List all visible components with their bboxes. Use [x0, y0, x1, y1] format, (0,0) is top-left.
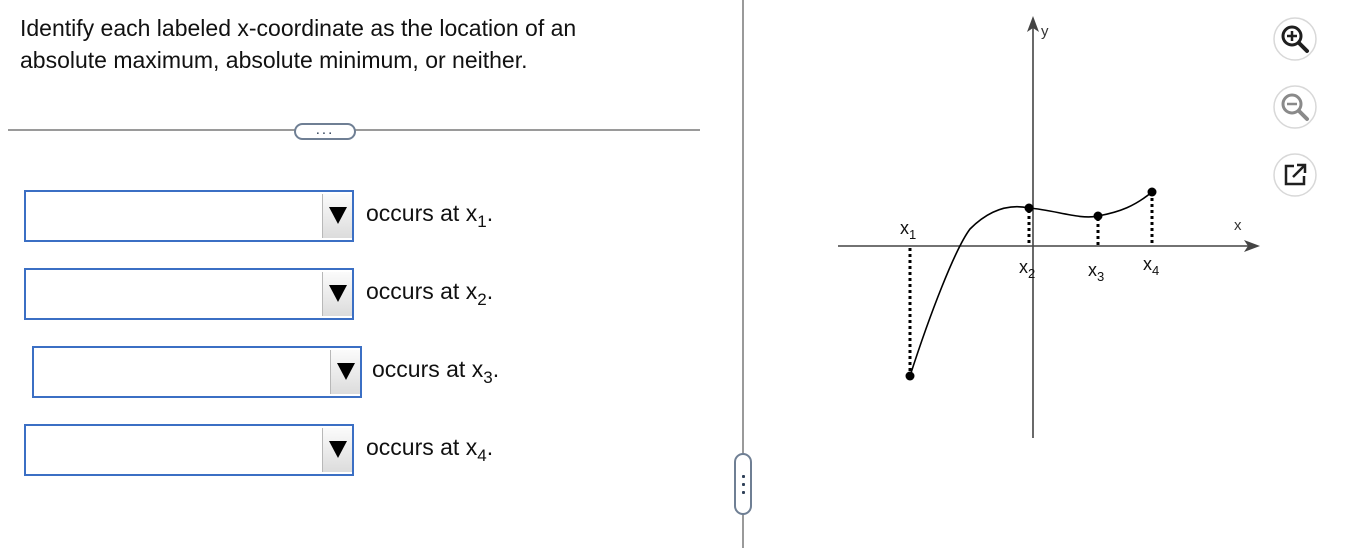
row-label-subscript: 2 — [477, 290, 487, 309]
y-axis-label: y — [1041, 23, 1049, 40]
point-x1 — [905, 371, 915, 381]
question-line-2: absolute maximum, absolute minimum, or n… — [20, 47, 528, 73]
point-x2 — [1024, 203, 1034, 213]
question-line-1: Identify each labeled x-coordinate as th… — [20, 15, 577, 41]
dropdown-arrow-icon[interactable] — [322, 428, 352, 472]
answer-dropdown-2[interactable] — [24, 268, 354, 320]
function-curve — [909, 191, 1153, 377]
row-label-subscript: 4 — [477, 446, 487, 465]
popout-button[interactable] — [1272, 152, 1318, 198]
expand-collapse-handle[interactable]: ... — [294, 122, 356, 140]
row-label-2: occurs at x2. — [366, 278, 494, 308]
dropdown-arrow-icon[interactable] — [330, 350, 360, 394]
label-x3: x3 — [1088, 260, 1104, 284]
point-x4 — [1147, 187, 1157, 197]
handle-dot — [742, 483, 745, 486]
handle-dot — [742, 475, 745, 478]
answer-dropdown-3[interactable] — [32, 346, 362, 398]
row-label-4: occurs at x4. — [366, 434, 494, 464]
row-label-subscript: 1 — [477, 212, 487, 231]
row-label-1: occurs at x1. — [366, 200, 494, 230]
handle-dot — [742, 491, 745, 494]
row-label-subscript: 3 — [483, 368, 493, 387]
function-graph: y x x1 x2 x3 x4 — [838, 16, 1260, 438]
x-axis-label: x — [1234, 217, 1242, 234]
row-label-3: occurs at x3. — [372, 356, 500, 386]
zoom-in-button[interactable] — [1272, 16, 1318, 62]
open-in-new-window-icon — [1273, 153, 1317, 197]
panel-resize-handle[interactable] — [734, 453, 752, 515]
row-label-period: . — [486, 434, 494, 460]
magnifier-plus-icon — [1273, 17, 1317, 61]
dropdown-arrow-icon[interactable] — [322, 194, 352, 238]
answer-dropdown-1[interactable] — [24, 190, 354, 242]
row-label-text: occurs at x — [372, 356, 484, 382]
question-text: Identify each labeled x-coordinate as th… — [20, 12, 700, 76]
label-x1: x1 — [900, 218, 916, 242]
magnifier-minus-icon — [1273, 85, 1317, 129]
row-label-period: . — [486, 278, 494, 304]
row-label-period: . — [492, 356, 500, 382]
row-label-period: . — [486, 200, 494, 226]
answer-dropdown-4[interactable] — [24, 424, 354, 476]
label-x4: x4 — [1143, 254, 1159, 278]
row-label-text: occurs at x — [366, 200, 478, 226]
row-label-text: occurs at x — [366, 434, 478, 460]
row-label-text: occurs at x — [366, 278, 478, 304]
point-x3 — [1093, 211, 1103, 221]
dropdown-arrow-icon[interactable] — [322, 272, 352, 316]
zoom-out-button[interactable] — [1272, 84, 1318, 130]
